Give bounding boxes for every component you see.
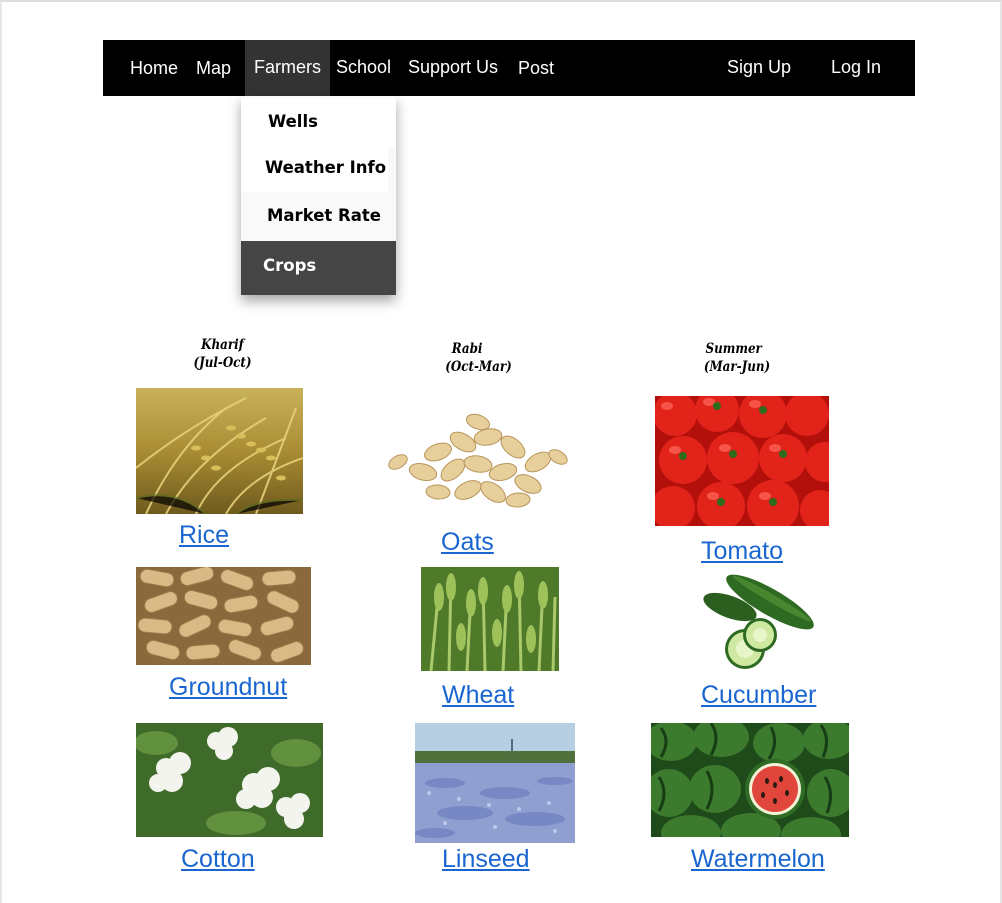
season-heading-rabi: Rabi (Oct-Mar) bbox=[442, 340, 514, 376]
top-navbar: Home Map Farmers School Support Us Post … bbox=[103, 40, 915, 96]
dropdown-label-crops: Crops bbox=[263, 256, 317, 275]
nav-sign-up[interactable]: Sign Up bbox=[727, 40, 791, 96]
linseed-image bbox=[415, 723, 575, 843]
dropdown-label-wells: Wells bbox=[268, 112, 318, 131]
dropdown-item-weather-info[interactable]: Weather Info bbox=[241, 144, 388, 192]
crop-link-cucumber[interactable]: Cucumber bbox=[701, 681, 816, 710]
cucumber-image bbox=[690, 567, 830, 677]
nav-post[interactable]: Post bbox=[518, 40, 554, 96]
season-heading-kharif: Kharif (Jul-Oct) bbox=[186, 336, 258, 372]
season-heading-summer: Summer (Mar-Jun) bbox=[699, 340, 776, 376]
farmers-dropdown-menu: Wells Weather Info Market Rate Crops bbox=[241, 96, 396, 295]
crop-link-oats[interactable]: Oats bbox=[441, 528, 494, 557]
crop-link-cotton[interactable]: Cotton bbox=[181, 845, 255, 874]
season-rabi-months: (Oct-Mar) bbox=[445, 359, 512, 375]
tomato-image bbox=[655, 396, 829, 526]
crop-link-wheat[interactable]: Wheat bbox=[442, 681, 514, 710]
rice-image bbox=[136, 388, 303, 514]
season-summer-name: Summer bbox=[705, 341, 762, 357]
nav-school[interactable]: School bbox=[336, 40, 391, 96]
dropdown-item-wells[interactable]: Wells bbox=[241, 98, 396, 146]
watermelon-image bbox=[651, 723, 849, 837]
crop-link-groundnut[interactable]: Groundnut bbox=[169, 673, 287, 702]
oats-image bbox=[378, 392, 576, 518]
nav-map[interactable]: Map bbox=[196, 40, 231, 96]
wheat-image bbox=[421, 567, 559, 671]
groundnut-image bbox=[136, 567, 311, 665]
dropdown-label-weather: Weather Info bbox=[265, 158, 387, 177]
season-rabi-name: Rabi bbox=[451, 341, 483, 357]
nav-home[interactable]: Home bbox=[130, 40, 178, 96]
dropdown-item-market-rate[interactable]: Market Rate bbox=[241, 192, 396, 240]
dropdown-item-crops[interactable]: Crops bbox=[241, 241, 396, 295]
nav-farmers[interactable]: Farmers bbox=[245, 40, 330, 96]
season-kharif-name: Kharif bbox=[201, 337, 244, 353]
crop-link-linseed[interactable]: Linseed bbox=[442, 845, 530, 874]
crop-link-tomato[interactable]: Tomato bbox=[701, 537, 783, 566]
crop-link-rice[interactable]: Rice bbox=[179, 521, 229, 550]
nav-support-us[interactable]: Support Us bbox=[408, 40, 498, 96]
dropdown-label-market: Market Rate bbox=[267, 206, 381, 225]
crop-link-watermelon[interactable]: Watermelon bbox=[691, 845, 825, 874]
cotton-image bbox=[136, 723, 323, 837]
season-kharif-months: (Jul-Oct) bbox=[193, 355, 252, 371]
season-summer-months: (Mar-Jun) bbox=[703, 359, 771, 375]
nav-log-in[interactable]: Log In bbox=[831, 40, 881, 96]
